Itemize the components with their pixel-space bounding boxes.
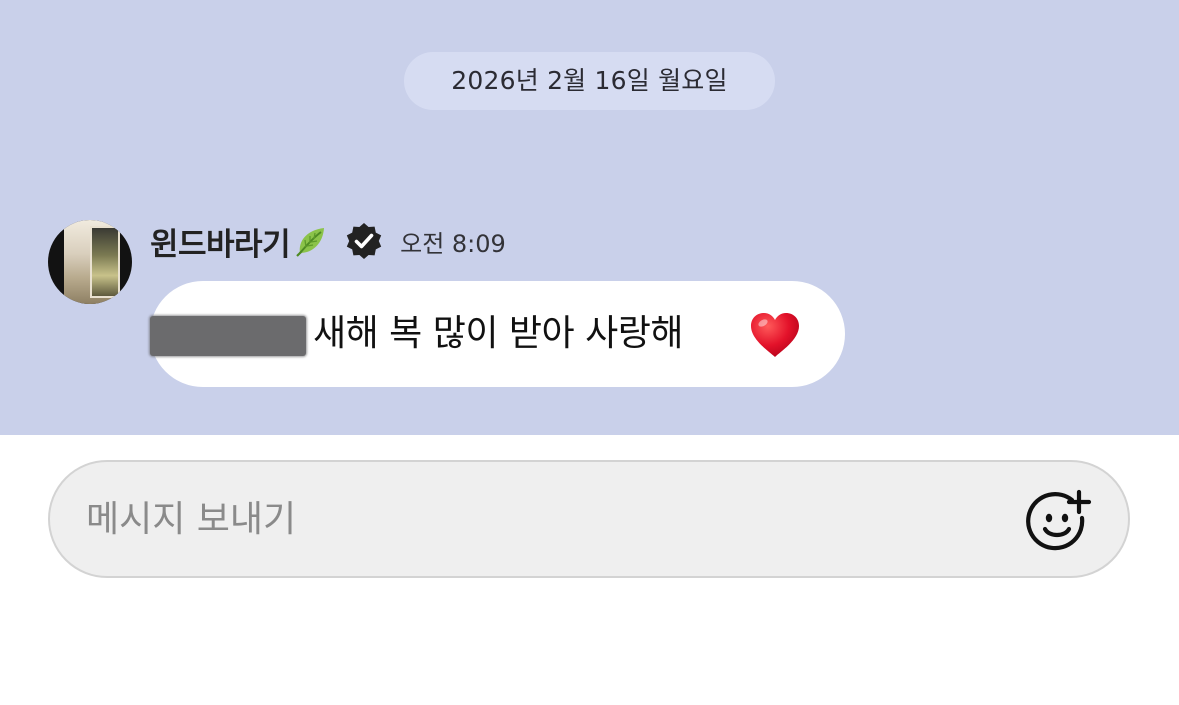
verified-badge-icon bbox=[344, 221, 384, 261]
date-separator: 2026년 2월 16일 월요일 bbox=[404, 52, 775, 110]
smiley-plus-icon[interactable] bbox=[1026, 488, 1092, 554]
leaf-icon bbox=[294, 224, 328, 258]
chat-area: 2026년 2월 16일 월요일 윈드바라기 오전 8:09 새해 복 많이 받… bbox=[0, 0, 1179, 435]
message-header: 윈드바라기 오전 8:09 bbox=[150, 218, 506, 264]
red-heart-icon bbox=[748, 310, 802, 360]
message-input[interactable] bbox=[86, 462, 986, 576]
redacted-text bbox=[150, 316, 306, 356]
avatar[interactable] bbox=[48, 220, 132, 304]
message-text: 새해 복 많이 받아 사랑해 bbox=[313, 313, 683, 354]
message-composer bbox=[48, 460, 1130, 578]
sender-name[interactable]: 윈드바라기 bbox=[150, 219, 291, 264]
avatar-door bbox=[90, 226, 120, 298]
avatar-photo bbox=[64, 220, 120, 304]
message-time: 오전 8:09 bbox=[400, 229, 506, 258]
message-bubble[interactable]: 새해 복 많이 받아 사랑해 bbox=[150, 281, 845, 387]
